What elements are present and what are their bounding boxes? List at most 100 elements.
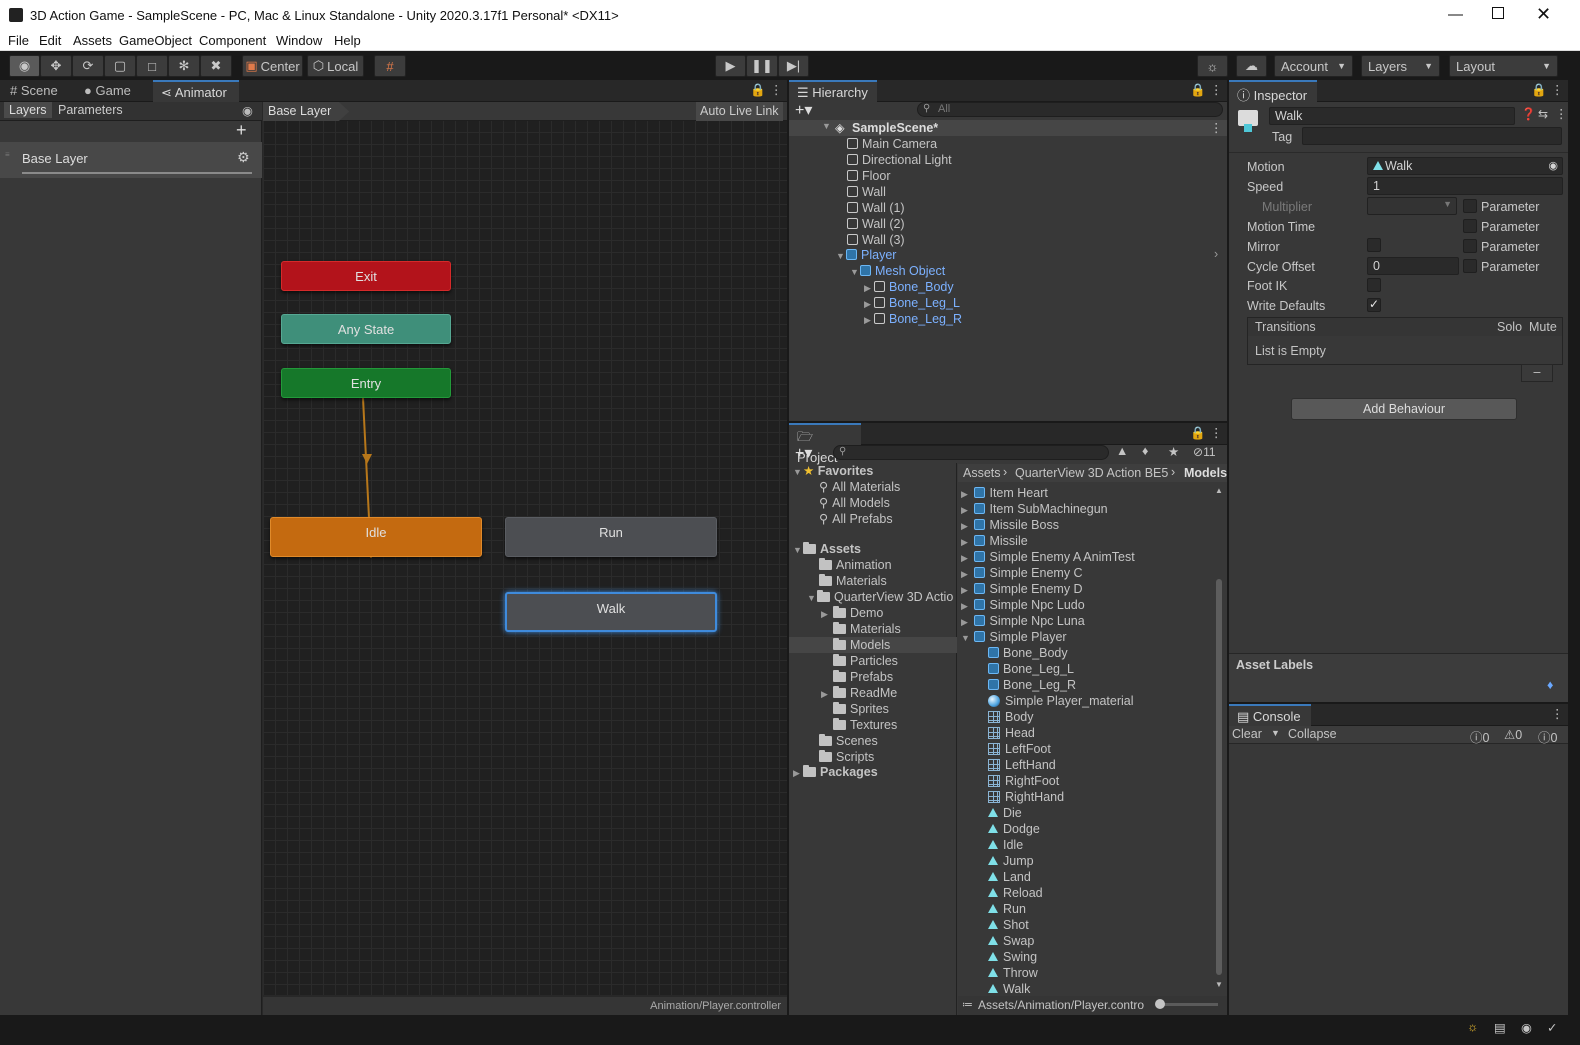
presets-icon[interactable]: ⇆: [1538, 107, 1548, 121]
transition-entry-idle[interactable]: [263, 120, 787, 995]
tag-field[interactable]: [1302, 127, 1562, 145]
kebab-menu-icon[interactable]: ⋮: [770, 82, 783, 97]
expand-arrow-icon[interactable]: ▶: [961, 502, 971, 518]
hierarchy-item[interactable]: Main Camera: [847, 136, 937, 152]
expand-arrow-icon[interactable]: ▶: [961, 566, 971, 582]
chevron-down-icon[interactable]: ▼: [1271, 728, 1280, 738]
asset-item[interactable]: Bone_Leg_L: [988, 661, 1074, 677]
speed-field[interactable]: 1: [1367, 177, 1563, 195]
layer-weight-slider[interactable]: [22, 172, 252, 174]
expand-arrow-icon[interactable]: ▼: [822, 121, 832, 131]
scene-row[interactable]: ▼ ◈ SampleScene* ⋮: [789, 120, 1227, 136]
expand-arrow-icon[interactable]: ▼: [836, 248, 846, 264]
tab-inspector[interactable]: ⓘ Inspector: [1229, 80, 1317, 103]
multiplier-dropdown[interactable]: ▼: [1367, 197, 1457, 215]
scroll-up-icon[interactable]: ▲: [1215, 486, 1223, 495]
favorite-item[interactable]: ⚲ All Materials: [819, 479, 900, 495]
tree-packages[interactable]: ▶ Packages: [793, 764, 878, 780]
asset-item[interactable]: Swap: [988, 933, 1034, 949]
filter-type-icon[interactable]: ▲: [1116, 444, 1128, 458]
expand-arrow-icon[interactable]: ▶: [961, 518, 971, 534]
asset-item[interactable]: LeftHand: [988, 757, 1056, 773]
expand-arrow-icon[interactable]: ▼: [961, 630, 971, 646]
asset-item[interactable]: ▶ Missile Boss: [961, 517, 1059, 533]
hierarchy-add-button[interactable]: +▾: [795, 100, 812, 120]
state-entry[interactable]: Entry: [281, 368, 451, 398]
asset-item[interactable]: Dodge: [988, 821, 1040, 837]
collapse-button[interactable]: Collapse: [1288, 727, 1337, 741]
grid-snap-button[interactable]: #: [374, 55, 406, 77]
maximize-icon[interactable]: [1492, 7, 1504, 19]
asset-item[interactable]: Land: [988, 869, 1031, 885]
state-any[interactable]: Any State: [281, 314, 451, 344]
hierarchy-bone[interactable]: ▶ Bone_Body: [864, 279, 954, 295]
folder-item[interactable]: Particles: [833, 653, 898, 669]
breadcrumb-base-layer[interactable]: Base Layer: [263, 102, 350, 121]
expand-arrow-icon[interactable]: ▼: [850, 264, 860, 280]
tab-game[interactable]: ● Game: [76, 80, 139, 102]
kebab-menu-icon[interactable]: ⋮: [1210, 425, 1223, 440]
favorite-item[interactable]: ⚲ All Prefabs: [819, 511, 893, 527]
menu-edit[interactable]: Edit: [39, 33, 61, 48]
help-icon[interactable]: ❓: [1521, 107, 1536, 121]
kebab-menu-icon[interactable]: ⋮: [1210, 82, 1223, 97]
add-behaviour-button[interactable]: Add Behaviour: [1291, 398, 1517, 420]
hierarchy-mesh-object[interactable]: ▼ Mesh Object: [850, 263, 945, 279]
pause-button[interactable]: ❚❚: [746, 55, 778, 77]
motion-time-parameter-checkbox[interactable]: [1463, 219, 1477, 233]
folder-item[interactable]: Materials: [833, 621, 901, 637]
asset-item[interactable]: Run: [988, 901, 1026, 917]
mirror-checkbox[interactable]: [1367, 238, 1381, 252]
custom-tool-button[interactable]: ✖: [200, 55, 232, 77]
folder-item[interactable]: Materials: [819, 573, 887, 589]
hierarchy-search[interactable]: ⚲ All: [917, 102, 1223, 117]
state-idle[interactable]: Idle: [270, 517, 482, 557]
auto-live-link-button[interactable]: Auto Live Link: [696, 102, 783, 121]
collab-icon[interactable]: ☼: [1197, 55, 1228, 77]
slider-thumb[interactable]: [1155, 999, 1165, 1009]
state-name-field[interactable]: Walk: [1269, 107, 1515, 125]
menu-file[interactable]: File: [8, 33, 29, 48]
tab-layers[interactable]: Layers: [4, 102, 52, 118]
bake-lighting-icon[interactable]: ☼: [1467, 1020, 1478, 1034]
tab-parameters[interactable]: Parameters: [54, 102, 127, 118]
kebab-menu-icon[interactable]: ⋮: [1210, 120, 1223, 135]
rect-tool-button[interactable]: □: [136, 55, 168, 77]
tab-scene[interactable]: # Scene: [2, 80, 66, 102]
expand-arrow-icon[interactable]: ▼: [807, 590, 817, 606]
warning-count-toggle[interactable]: ⚠0: [1504, 727, 1522, 742]
expand-arrow-icon[interactable]: ▶: [961, 534, 971, 550]
kebab-menu-icon[interactable]: ⋮: [1555, 106, 1568, 121]
play-button[interactable]: ▶: [715, 55, 746, 77]
project-search[interactable]: ⚲: [833, 445, 1109, 460]
scroll-thumb[interactable]: [1216, 579, 1222, 975]
asset-item[interactable]: Swing: [988, 949, 1037, 965]
asset-item[interactable]: ▶ Missile: [961, 533, 1028, 549]
expand-arrow-icon[interactable]: ▶: [821, 686, 833, 702]
motion-field[interactable]: Walk ◉: [1367, 157, 1563, 175]
filter-label-icon[interactable]: ♦: [1142, 444, 1148, 458]
expand-arrow-icon[interactable]: ▶: [961, 550, 971, 566]
cycle-offset-parameter-checkbox[interactable]: [1463, 259, 1477, 273]
icon-size-slider[interactable]: [1155, 999, 1218, 1009]
expand-arrow-icon[interactable]: ▶: [821, 606, 833, 622]
asset-item[interactable]: LeftFoot: [988, 741, 1051, 757]
folder-item[interactable]: ▶ ReadMe: [821, 685, 897, 701]
asset-scrollbar[interactable]: ▲ ▼: [1214, 483, 1224, 998]
tab-animator[interactable]: ⋖ Animator: [153, 80, 239, 102]
asset-item[interactable]: RightHand: [988, 789, 1064, 805]
tab-console[interactable]: ▤ Console: [1229, 704, 1311, 726]
folder-item[interactable]: Sprites: [833, 701, 889, 717]
asset-item[interactable]: Idle: [988, 837, 1023, 853]
tree-quarterview[interactable]: ▼ QuarterView 3D Actio: [807, 589, 953, 605]
lock-icon[interactable]: 🔒: [1531, 83, 1547, 98]
expand-arrow-icon[interactable]: ▼: [793, 464, 803, 480]
menu-window[interactable]: Window: [276, 33, 322, 48]
folder-item[interactable]: Scripts: [819, 749, 874, 765]
error-count-toggle[interactable]: ⓘ0: [1538, 727, 1557, 746]
foot-ik-checkbox[interactable]: [1367, 278, 1381, 292]
asset-item[interactable]: Head: [988, 725, 1035, 741]
menu-component[interactable]: Component: [199, 33, 266, 48]
hierarchy-item[interactable]: Wall (2): [847, 216, 905, 232]
folder-item[interactable]: ▶ Demo: [821, 605, 883, 621]
